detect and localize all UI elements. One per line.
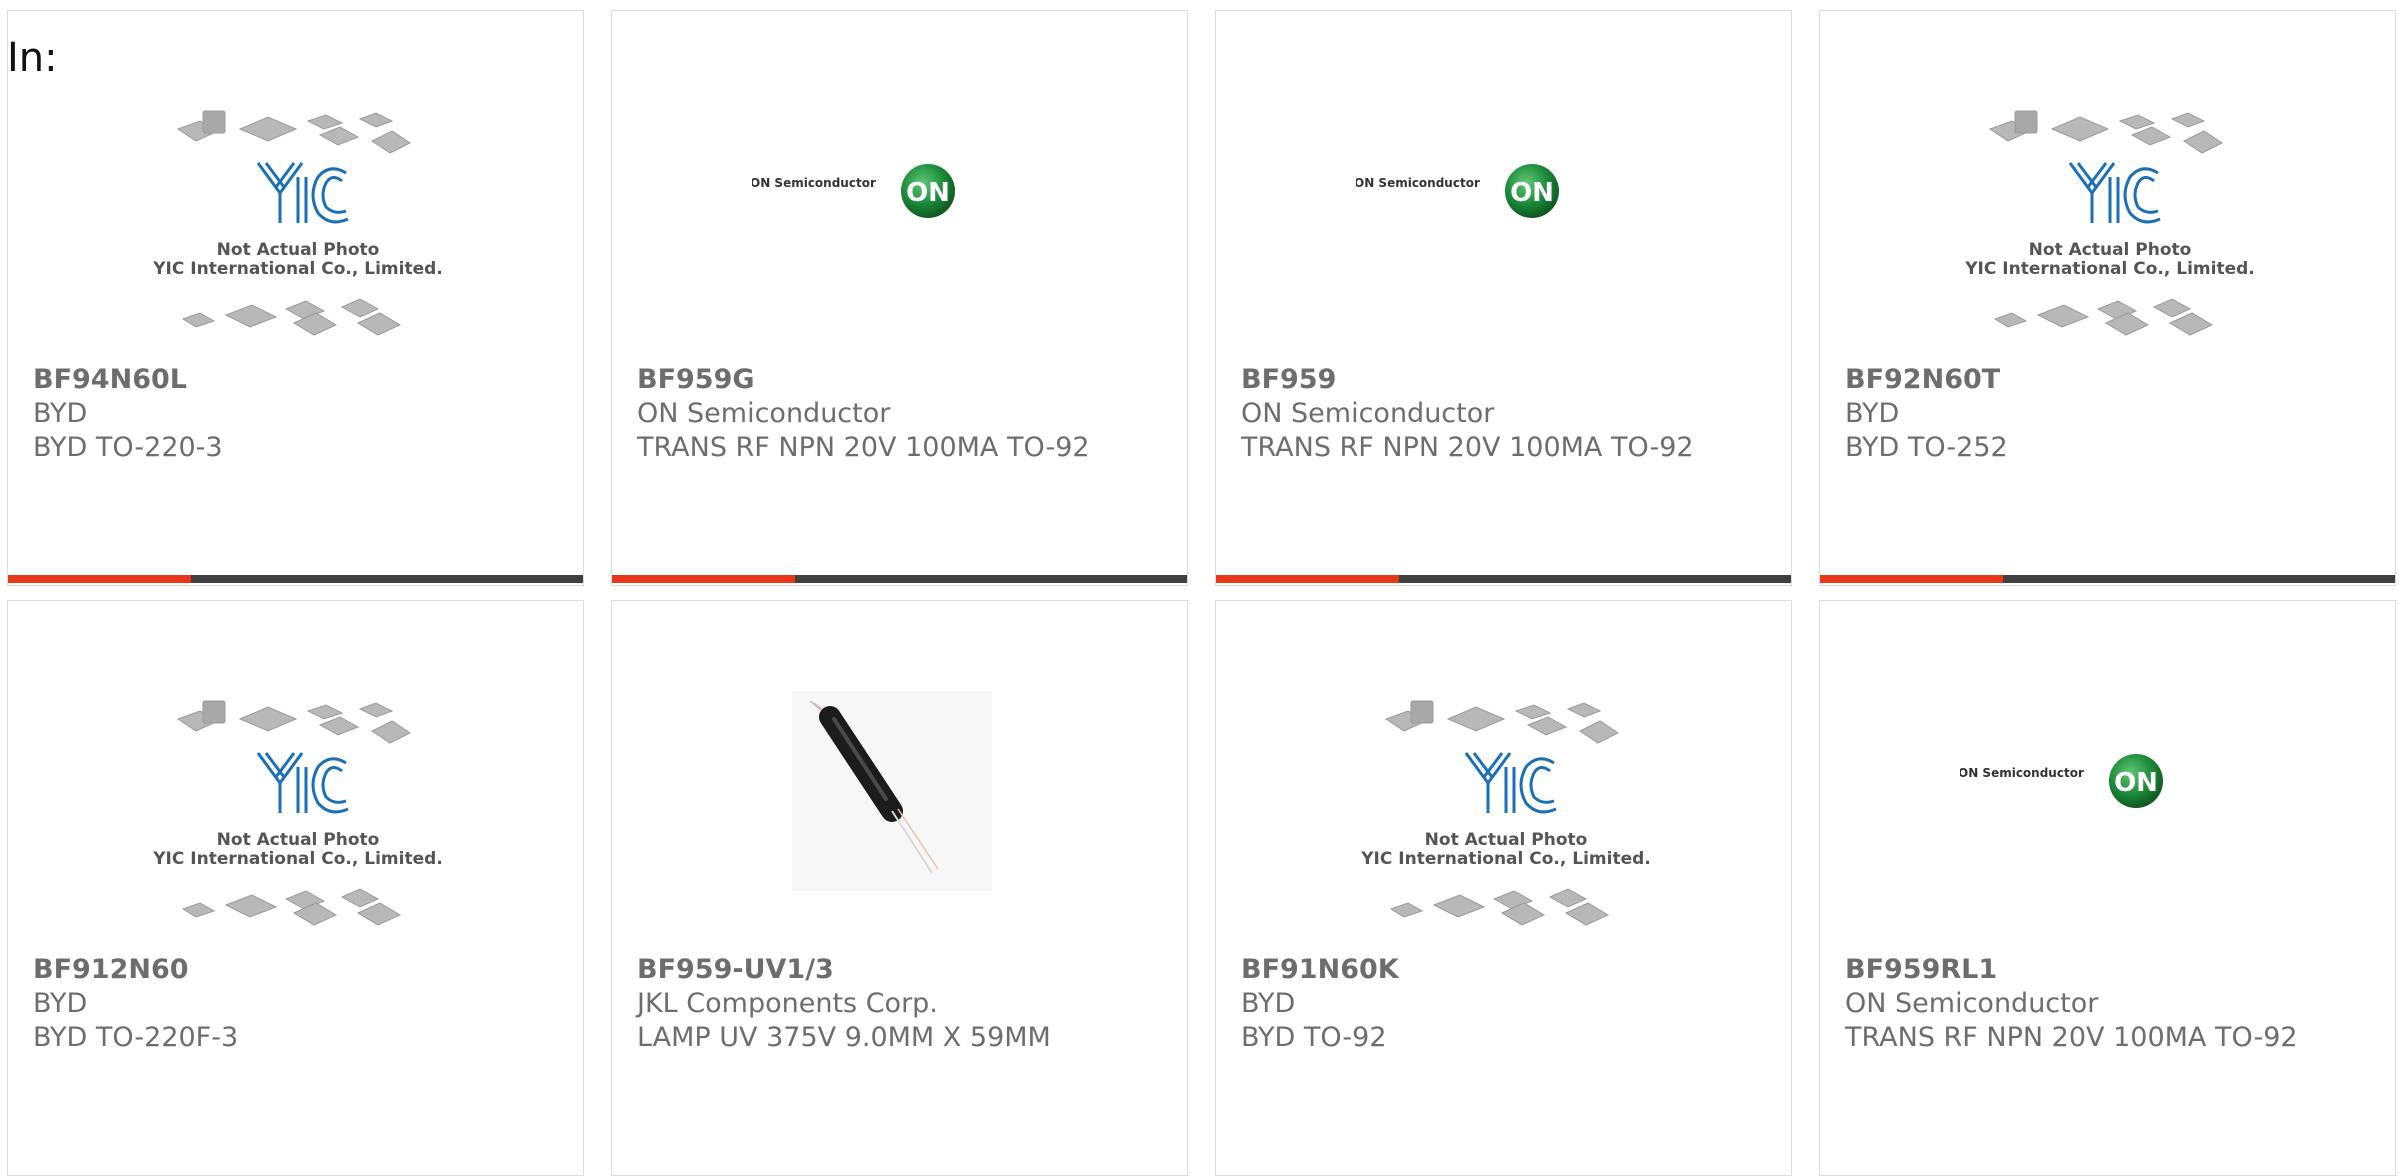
svg-text:Not Actual Photo: Not Actual Photo	[1425, 830, 1588, 850]
svg-text:YIC International Co., Limited: YIC International Co., Limited.	[152, 849, 443, 869]
manufacturer: BYD	[33, 398, 88, 429]
filter-label: In:	[7, 35, 58, 81]
description: BYD TO-252	[1845, 432, 2008, 463]
card-footer-bar	[1216, 575, 1791, 583]
svg-text:YIC International Co., Limited: YIC International Co., Limited.	[1360, 849, 1651, 869]
product-image[interactable]: ON Semiconductor ON	[750, 91, 1052, 351]
manufacturer: BYD	[33, 988, 88, 1019]
part-number[interactable]: BF959	[1241, 363, 1781, 397]
product-image[interactable]: Not Actual Photo YIC International Co., …	[1960, 91, 2260, 351]
product-card[interactable]: Not Actual Photo YIC International Co., …	[1819, 10, 2396, 586]
svg-text:YIC International Co., Limited: YIC International Co., Limited.	[1964, 259, 2255, 279]
yic-placeholder-image: Not Actual Photo YIC International Co., …	[1360, 700, 1651, 926]
svg-text:ON: ON	[1510, 178, 1554, 208]
part-number[interactable]: BF959-UV1/3	[637, 953, 1177, 987]
card-footer-bar	[612, 575, 1187, 583]
description: TRANS RF NPN 20V 100MA TO-92	[1241, 432, 1694, 463]
description: TRANS RF NPN 20V 100MA TO-92	[1845, 1022, 2298, 1053]
description: BYD TO-220F-3	[33, 1022, 239, 1053]
svg-text:YIC International Co., Limited: YIC International Co., Limited.	[152, 259, 443, 279]
manufacturer: ON Semiconductor	[1241, 398, 1495, 429]
description: LAMP UV 375V 9.0MM X 59MM	[637, 1022, 1051, 1053]
product-card[interactable]: Not Actual Photo YIC International Co., …	[1215, 600, 1792, 1176]
description: BYD TO-92	[1241, 1022, 1387, 1053]
product-image[interactable]: ON Semiconductor ON	[1958, 681, 2260, 941]
svg-text:ON Semiconductor: ON Semiconductor	[752, 176, 876, 190]
svg-text:Not Actual Photo: Not Actual Photo	[217, 830, 380, 850]
svg-text:ON: ON	[2114, 768, 2158, 798]
product-card[interactable]: ON Semiconductor ON BF959 ON Semiconduct…	[1215, 10, 1792, 586]
svg-text:Not Actual Photo: Not Actual Photo	[217, 240, 380, 260]
manufacturer: BYD	[1241, 988, 1296, 1019]
svg-text:Not Actual Photo: Not Actual Photo	[2029, 240, 2192, 260]
product-image[interactable]	[752, 681, 1052, 941]
description: TRANS RF NPN 20V 100MA TO-92	[637, 432, 1090, 463]
on-semiconductor-logo: ON Semiconductor ON	[1958, 754, 2163, 808]
product-image[interactable]: Not Actual Photo YIC International Co., …	[148, 91, 448, 351]
product-image[interactable]: Not Actual Photo YIC International Co., …	[148, 681, 448, 941]
description: BYD TO-220-3	[33, 432, 223, 463]
svg-text:ON Semiconductor: ON Semiconductor	[1356, 176, 1480, 190]
manufacturer: BYD	[1845, 398, 1900, 429]
yic-placeholder-image: Not Actual Photo YIC International Co., …	[152, 110, 443, 336]
product-card[interactable]: BF959-UV1/3 JKL Components Corp. LAMP UV…	[611, 600, 1188, 1176]
on-semiconductor-logo: ON Semiconductor ON	[1354, 164, 1559, 218]
part-number[interactable]: BF959RL1	[1845, 953, 2385, 987]
part-number[interactable]: BF92N60T	[1845, 363, 2385, 397]
part-number[interactable]: BF912N60	[33, 953, 573, 987]
manufacturer: ON Semiconductor	[1845, 988, 2099, 1019]
product-card[interactable]: Not Actual Photo YIC International Co., …	[7, 10, 584, 586]
yic-placeholder-image: Not Actual Photo YIC International Co., …	[152, 700, 443, 926]
svg-text:ON Semiconductor: ON Semiconductor	[1960, 766, 2084, 780]
product-image[interactable]: ON Semiconductor ON	[1354, 91, 1656, 351]
part-number[interactable]: BF94N60L	[33, 363, 573, 397]
product-card[interactable]: ON Semiconductor ON BF959RL1 ON Semicond…	[1819, 600, 2396, 1176]
manufacturer: ON Semiconductor	[637, 398, 891, 429]
uv-lamp-image	[792, 691, 992, 891]
card-footer-bar	[8, 575, 583, 583]
manufacturer: JKL Components Corp.	[637, 988, 938, 1019]
product-card[interactable]: ON Semiconductor ON BF959G ON Semiconduc…	[611, 10, 1188, 586]
svg-text:ON: ON	[906, 178, 950, 208]
part-number[interactable]: BF959G	[637, 363, 1177, 397]
part-number[interactable]: BF91N60K	[1241, 953, 1781, 987]
product-image[interactable]: Not Actual Photo YIC International Co., …	[1356, 681, 1656, 941]
on-semiconductor-logo: ON Semiconductor ON	[750, 164, 955, 218]
card-footer-bar	[1820, 575, 2395, 583]
yic-placeholder-image: Not Actual Photo YIC International Co., …	[1964, 110, 2255, 336]
product-card[interactable]: Not Actual Photo YIC International Co., …	[7, 600, 584, 1176]
